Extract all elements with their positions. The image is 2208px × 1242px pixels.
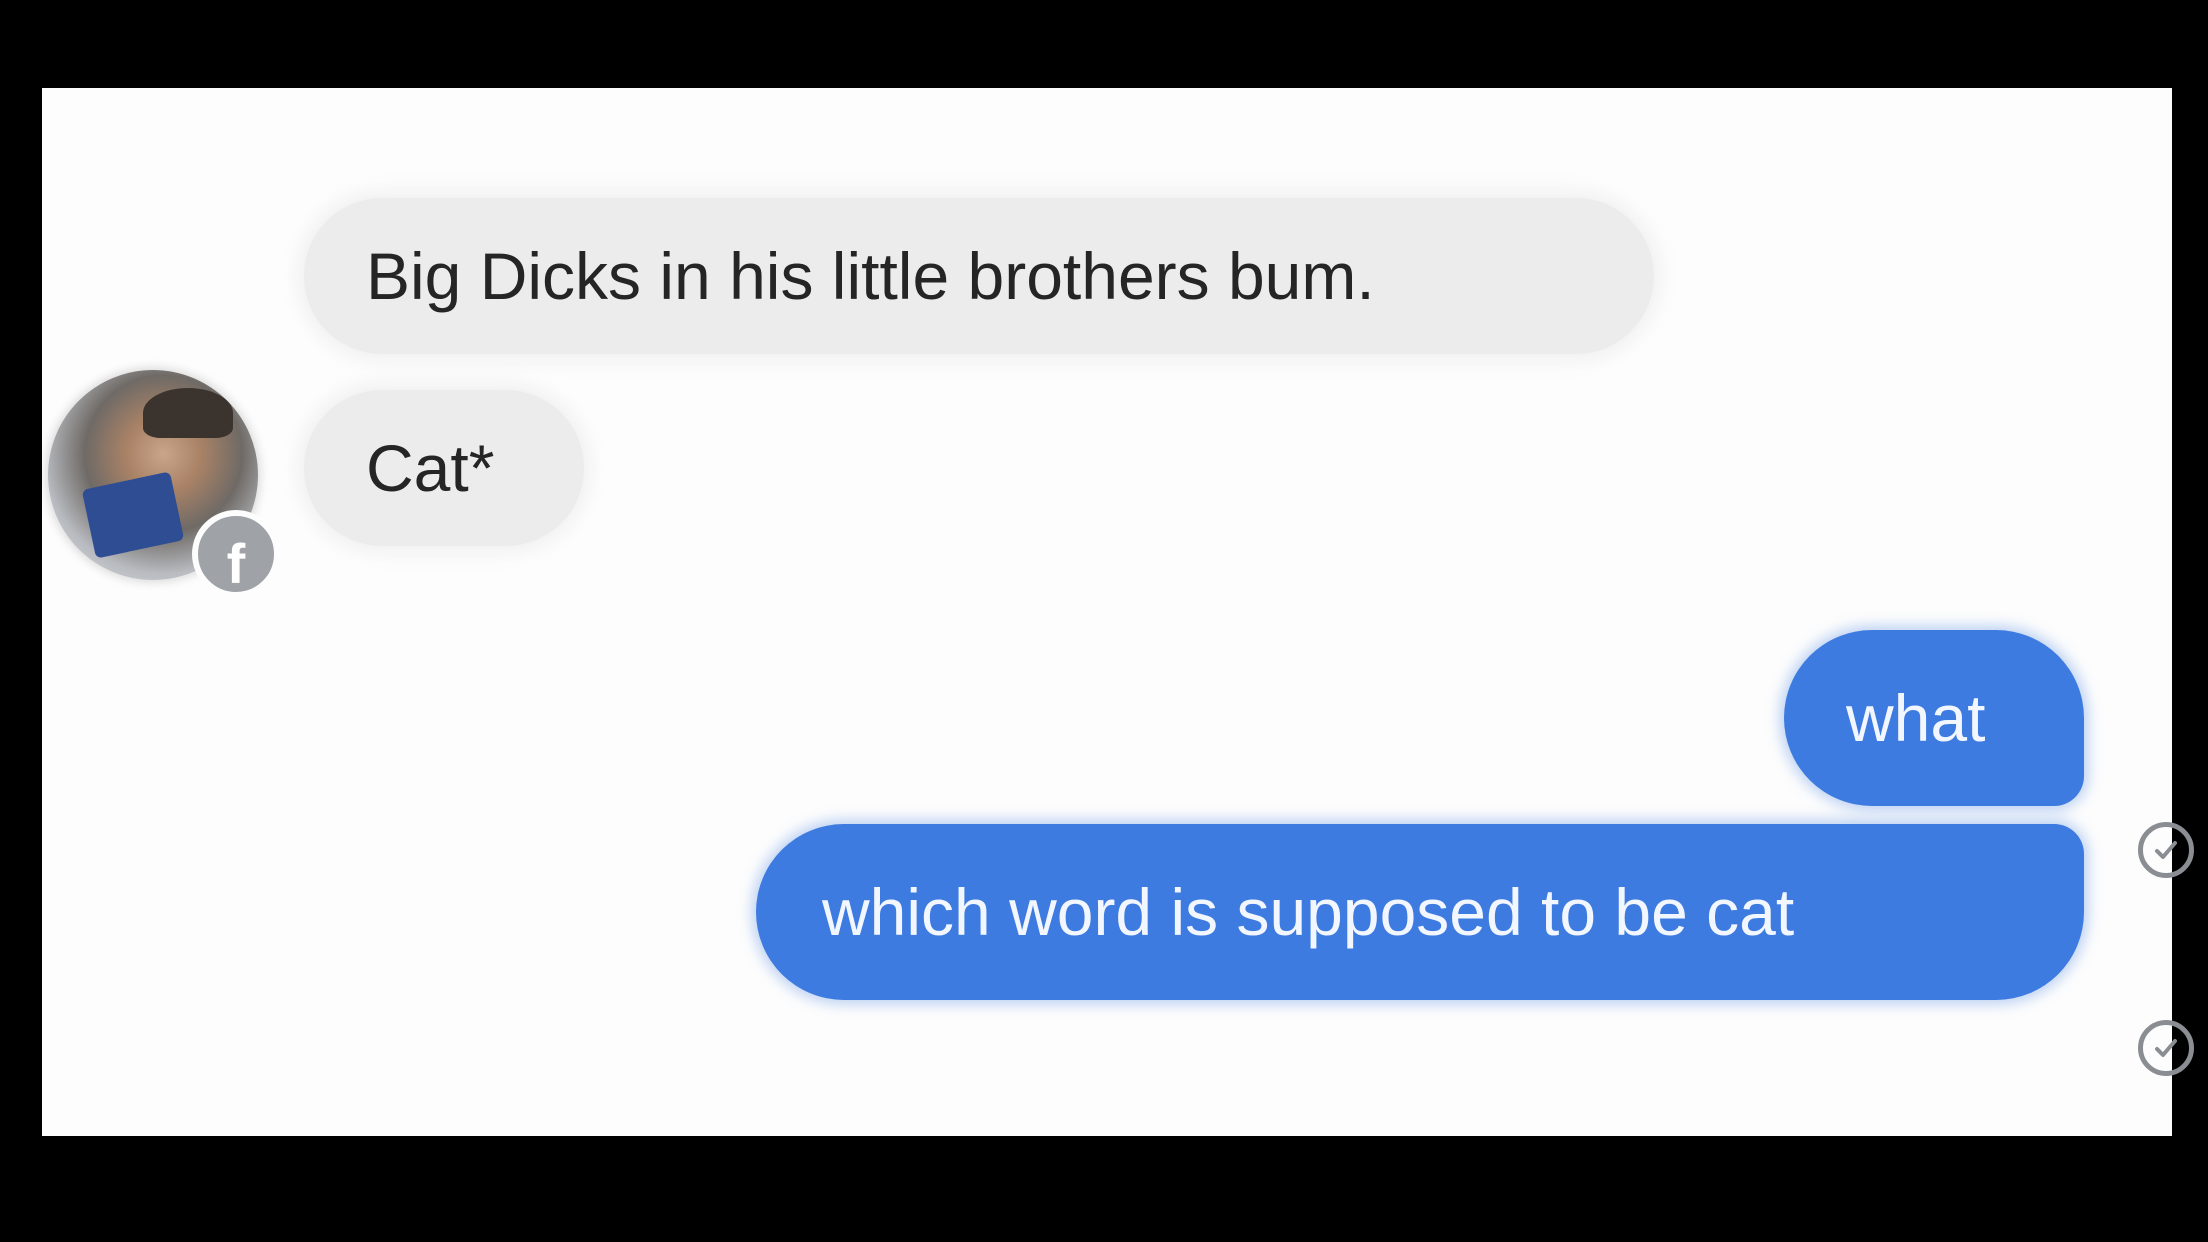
facebook-icon: f [192, 510, 280, 598]
facebook-badge-glyph: f [226, 532, 246, 595]
message-text: Cat* [366, 431, 495, 505]
check-circle-icon [2138, 1020, 2194, 1076]
message-text: Big Dicks in his little brothers bum. [366, 239, 1375, 313]
letterbox-frame: f Big Dicks in his little brothers bum. … [0, 0, 2208, 1242]
incoming-message-bubble[interactable]: Big Dicks in his little brothers bum. [304, 198, 1654, 354]
message-text: which word is supposed to be cat [822, 875, 1795, 949]
outgoing-message-bubble[interactable]: which word is supposed to be cat [756, 824, 2084, 1000]
checkmark-glyph [2155, 841, 2177, 859]
checkmark-glyph [2155, 1039, 2177, 1057]
outgoing-message-bubble[interactable]: what [1784, 630, 2084, 806]
avatar-photo-detail [143, 388, 233, 438]
message-text: what [1846, 681, 1986, 755]
chat-thread: f Big Dicks in his little brothers bum. … [42, 88, 2194, 1136]
avatar-photo-detail [81, 471, 185, 559]
incoming-message-bubble[interactable]: Cat* [304, 390, 584, 546]
check-circle-icon [2138, 822, 2194, 878]
